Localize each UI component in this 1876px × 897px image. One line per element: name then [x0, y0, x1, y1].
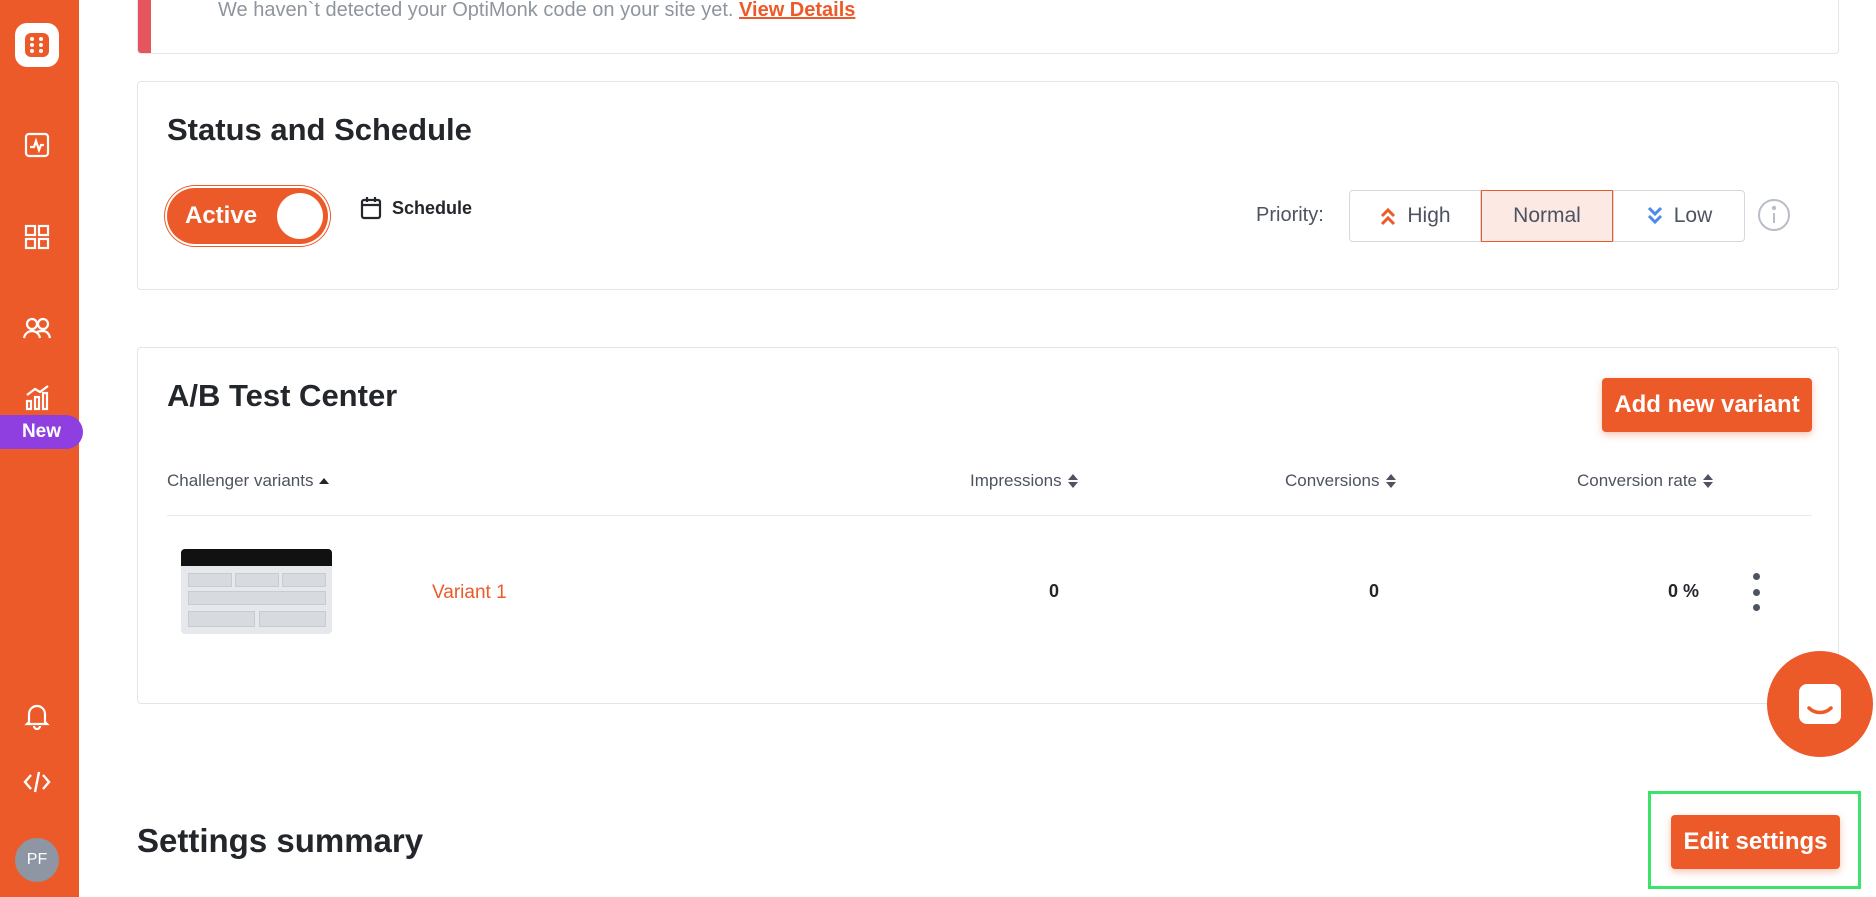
- alert-accent-bar: [138, 0, 151, 53]
- priority-low-button[interactable]: Low: [1613, 190, 1745, 242]
- col-variants-label: Challenger variants: [167, 471, 314, 490]
- ab-test-title: A/B Test Center: [167, 378, 398, 413]
- view-details-link[interactable]: View Details: [739, 0, 855, 21]
- new-badge: New: [0, 415, 83, 449]
- sort-icon: [1703, 474, 1714, 488]
- avatar[interactable]: PF: [15, 838, 59, 882]
- calendar-icon: [360, 197, 382, 220]
- col-conversions-label: Conversions: [1285, 471, 1380, 490]
- priority-label: Priority:: [1256, 204, 1324, 226]
- alert-text: We haven`t detected your OptiMonk code o…: [218, 0, 734, 21]
- sort-icon: [1067, 474, 1078, 488]
- sort-asc-icon: [319, 478, 330, 484]
- priority-high-label: High: [1407, 204, 1451, 227]
- schedule-label: Schedule: [392, 197, 473, 218]
- variant-thumbnail[interactable]: [181, 549, 332, 634]
- conversion-rate-value: 0 %: [1668, 581, 1700, 601]
- reports-icon[interactable]: [22, 382, 52, 412]
- col-header-conversion-rate[interactable]: Conversion rate: [1577, 471, 1714, 491]
- priority-low-label: Low: [1673, 204, 1713, 227]
- sort-icon: [1385, 474, 1396, 488]
- col-header-conversions[interactable]: Conversions: [1285, 471, 1396, 491]
- status-schedule-card: Status and Schedule Active Schedule Prio…: [137, 81, 1839, 290]
- info-icon[interactable]: [1757, 198, 1791, 232]
- priority-normal-button[interactable]: Normal: [1481, 190, 1613, 242]
- ab-test-card: A/B Test Center Add new variant Challeng…: [137, 347, 1839, 704]
- sidebar-nav: New PF: [0, 0, 83, 897]
- col-header-impressions[interactable]: Impressions: [970, 471, 1078, 491]
- toggle-knob: [277, 193, 323, 239]
- conversions-value: 0: [1369, 581, 1380, 601]
- more-options-icon[interactable]: [1746, 573, 1766, 611]
- impressions-value: 0: [1049, 581, 1060, 601]
- settings-summary-title: Settings summary: [137, 822, 424, 859]
- double-chevron-up-icon: [1381, 207, 1396, 226]
- col-header-variants[interactable]: Challenger variants: [167, 471, 330, 491]
- table-divider: [167, 515, 1812, 516]
- logo-icon[interactable]: [15, 23, 59, 67]
- active-toggle[interactable]: Active: [167, 188, 328, 244]
- priority-high-button[interactable]: High: [1349, 190, 1481, 242]
- toggle-label: Active: [185, 202, 258, 229]
- analytics-icon[interactable]: [22, 130, 52, 160]
- campaigns-grid-icon[interactable]: [22, 222, 52, 252]
- alert-message: We haven`t detected your OptiMonk code o…: [218, 0, 855, 22]
- col-impressions-label: Impressions: [970, 471, 1062, 490]
- add-new-variant-button[interactable]: Add new variant: [1602, 378, 1812, 432]
- priority-normal-label: Normal: [1513, 204, 1581, 227]
- subscribers-icon[interactable]: [22, 313, 52, 343]
- chat-widget-icon[interactable]: [1767, 651, 1873, 757]
- schedule-button[interactable]: Schedule: [360, 196, 472, 220]
- code-icon[interactable]: [22, 767, 52, 797]
- col-rate-label: Conversion rate: [1577, 471, 1698, 490]
- code-missing-alert: We haven`t detected your OptiMonk code o…: [137, 0, 1839, 54]
- notifications-bell-icon[interactable]: [22, 701, 52, 731]
- priority-selector: High Normal Low: [1349, 190, 1745, 242]
- variant-name-link[interactable]: Variant 1: [432, 582, 507, 604]
- edit-settings-button[interactable]: Edit settings: [1671, 815, 1840, 869]
- status-title: Status and Schedule: [167, 112, 472, 147]
- double-chevron-down-icon: [1647, 206, 1662, 225]
